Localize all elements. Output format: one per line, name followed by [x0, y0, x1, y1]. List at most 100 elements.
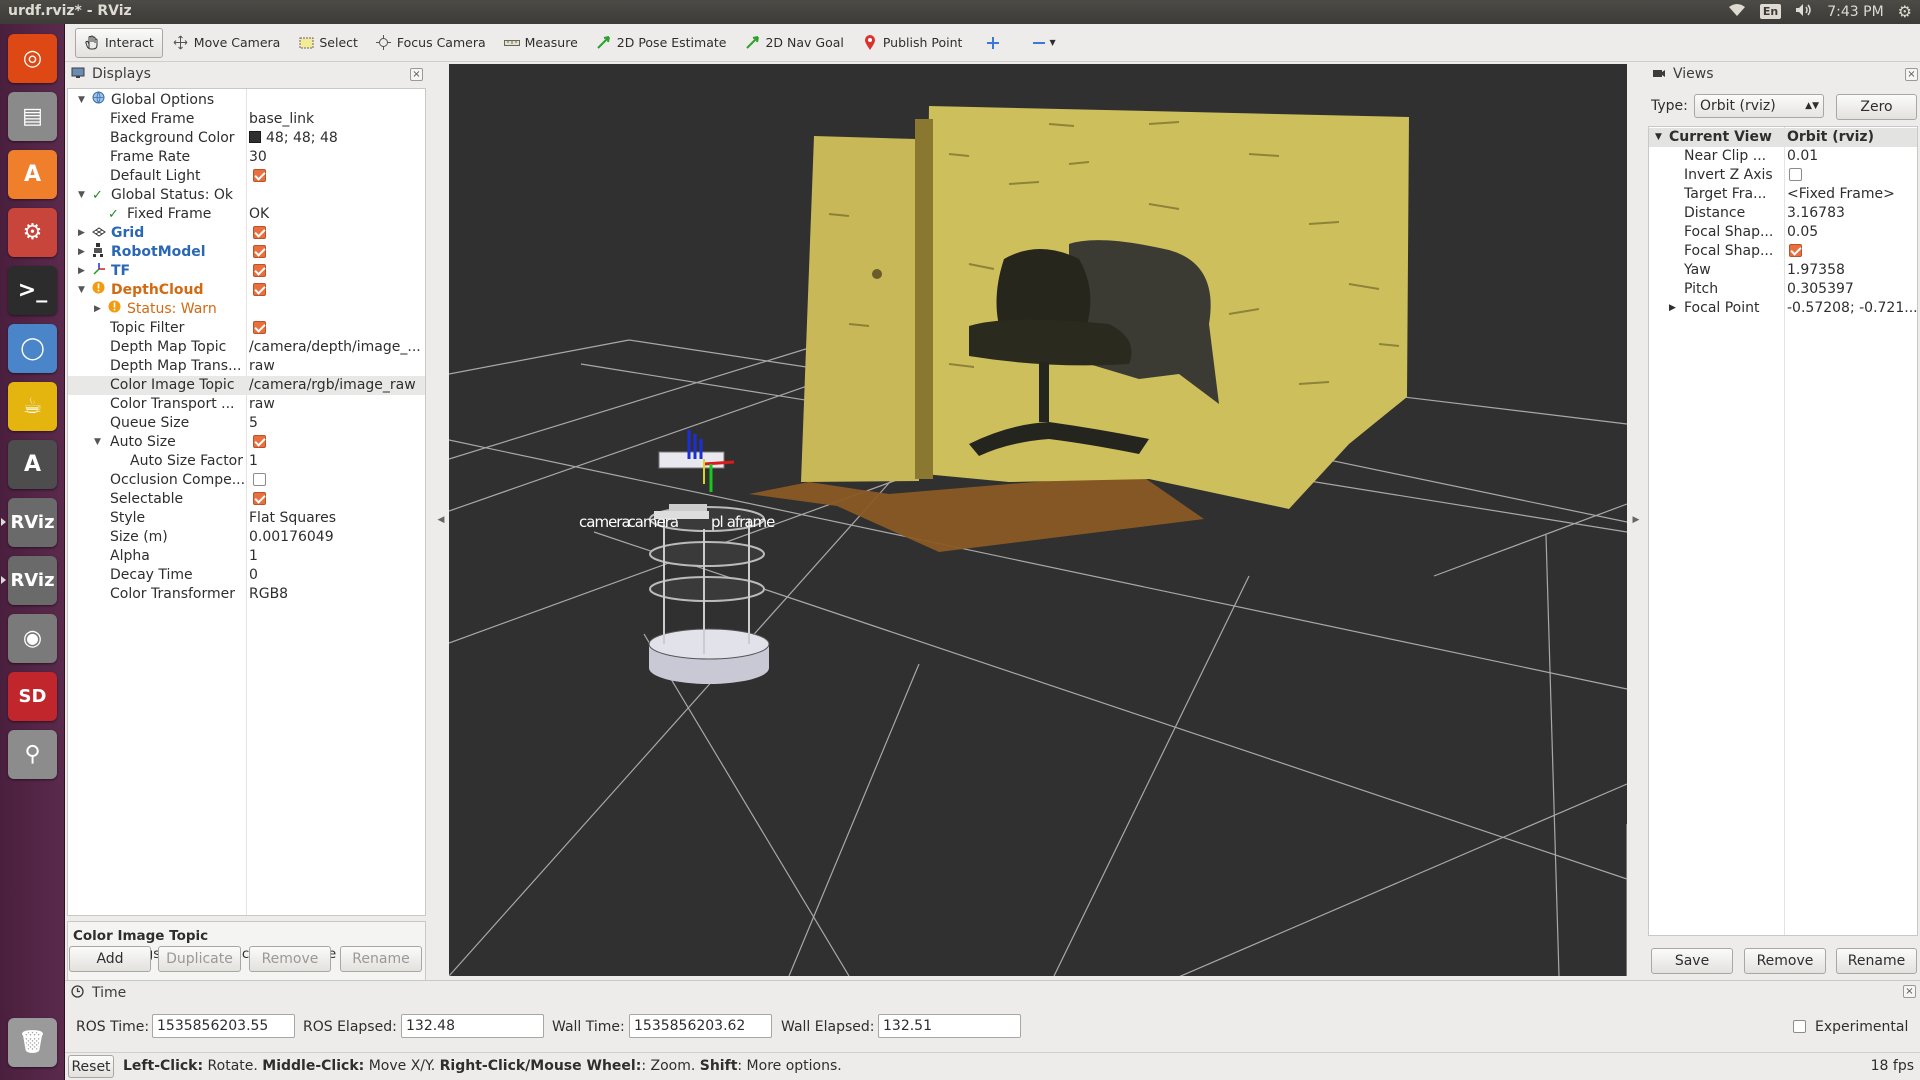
- property-value[interactable]: [249, 281, 425, 300]
- property-checkbox[interactable]: [253, 168, 266, 182]
- save-view-button[interactable]: Save: [1651, 948, 1733, 974]
- property-value[interactable]: 0: [249, 566, 425, 585]
- property-checkbox[interactable]: [253, 225, 266, 239]
- property-value[interactable]: <Fixed Frame>: [1787, 185, 1917, 204]
- current-view-row[interactable]: ▼ Current View Orbit (rviz): [1649, 128, 1917, 147]
- tool-publish-point[interactable]: Publish Point: [854, 28, 971, 58]
- rviz-icon-2[interactable]: RViz: [8, 556, 57, 605]
- tool-2d-pose-estimate[interactable]: 2D Pose Estimate: [588, 28, 735, 58]
- property-value[interactable]: 48; 48; 48: [249, 129, 425, 148]
- wifi-icon[interactable]: [1728, 3, 1746, 21]
- property-value[interactable]: [249, 167, 425, 186]
- view-row-invert-z-axis[interactable]: Invert Z Axis: [1649, 166, 1917, 185]
- render-3d-view[interactable]: camera camera pl aframe: [449, 64, 1627, 976]
- property-value[interactable]: /camera/depth/image_...: [249, 338, 425, 357]
- displays-tree[interactable]: ▼ Global Options Fixed Frame base_link Backg…: [67, 88, 426, 916]
- tool-move-camera[interactable]: Move Camera: [165, 28, 289, 58]
- expand-arrow-right-icon[interactable]: ▶: [94, 300, 101, 319]
- expand-arrow-down-icon[interactable]: ▼: [78, 186, 85, 205]
- time-close-button[interactable]: ×: [1903, 985, 1916, 998]
- property-value[interactable]: [1787, 166, 1917, 185]
- left-splitter-handle[interactable]: ◀: [433, 64, 449, 976]
- expand-arrow-right-icon[interactable]: ▶: [78, 243, 85, 262]
- display-row-background-color[interactable]: Background Color 48; 48; 48: [68, 129, 425, 148]
- expand-arrow-right-icon[interactable]: ▶: [78, 224, 85, 243]
- property-checkbox[interactable]: [253, 472, 266, 486]
- expand-arrow-down-icon[interactable]: ▼: [1655, 128, 1662, 147]
- property-checkbox[interactable]: [253, 244, 266, 258]
- property-value[interactable]: 1.97358: [1787, 261, 1917, 280]
- ubuntu-dash-icon[interactable]: ◎: [8, 34, 57, 83]
- remove-view-button[interactable]: Remove: [1744, 948, 1826, 974]
- display-row-fixed-frame[interactable]: Fixed Frame base_link: [68, 110, 425, 129]
- expand-arrow-down-icon[interactable]: ▼: [78, 281, 85, 300]
- settings-gear-icon[interactable]: ⚙: [1898, 2, 1912, 21]
- view-row-target-fra[interactable]: Target Fra... <Fixed Frame>: [1649, 185, 1917, 204]
- view-row-near-clip[interactable]: Near Clip ... 0.01: [1649, 147, 1917, 166]
- tool-measure[interactable]: Measure: [496, 28, 586, 58]
- tool-2d-nav-goal[interactable]: 2D Nav Goal: [736, 28, 851, 58]
- property-value[interactable]: -0.57208; -0.721...: [1787, 299, 1917, 318]
- property-value[interactable]: [1787, 242, 1917, 261]
- wall-elapsed-field[interactable]: 132.51: [878, 1014, 1021, 1038]
- property-value[interactable]: /camera/rgb/image_raw: [249, 376, 425, 395]
- rename-display-button[interactable]: Rename: [340, 946, 422, 972]
- property-value[interactable]: 3.16783: [1787, 204, 1917, 223]
- add-tool-icon[interactable]: [978, 28, 1008, 58]
- property-checkbox[interactable]: [253, 434, 266, 448]
- display-row-occlusion-compe[interactable]: Occlusion Compe...: [68, 471, 425, 490]
- property-value[interactable]: [249, 224, 425, 243]
- files-icon[interactable]: ▤: [8, 92, 57, 141]
- display-row-color-transport[interactable]: Color Transport ... raw: [68, 395, 425, 414]
- property-value[interactable]: [249, 262, 425, 281]
- expand-arrow-right-icon[interactable]: ▶: [1669, 299, 1676, 318]
- property-value[interactable]: 30: [249, 148, 425, 167]
- property-value[interactable]: 1: [249, 547, 425, 566]
- display-row-tf[interactable]: ▶ TF: [68, 262, 425, 281]
- display-row-robotmodel[interactable]: ▶ RobotModel: [68, 243, 425, 262]
- volume-icon[interactable]: [1795, 3, 1813, 21]
- experimental-checkbox[interactable]: [1793, 1020, 1806, 1033]
- property-value[interactable]: 1: [249, 452, 425, 471]
- remove-tool-icon[interactable]: ▼: [1024, 28, 1063, 58]
- property-value[interactable]: base_link: [249, 110, 425, 129]
- view-row-distance[interactable]: Distance 3.16783: [1649, 204, 1917, 223]
- display-row-color-transformer[interactable]: Color Transformer RGB8: [68, 585, 425, 604]
- tool-focus-camera[interactable]: Focus Camera: [368, 28, 494, 58]
- keyboard-layout-indicator[interactable]: En: [1759, 4, 1782, 19]
- right-splitter-handle[interactable]: ▶: [1628, 64, 1644, 976]
- zero-view-button[interactable]: Zero: [1836, 94, 1917, 120]
- display-row-grid[interactable]: ▶ Grid: [68, 224, 425, 243]
- ros-time-field[interactable]: 1535856203.55: [152, 1014, 295, 1038]
- display-row-depth-map-topic[interactable]: Depth Map Topic/camera/depth/image_...: [68, 338, 425, 357]
- add-display-button[interactable]: Add: [69, 946, 151, 972]
- view-row-focal-shap[interactable]: Focal Shap... 0.05: [1649, 223, 1917, 242]
- tool-interact[interactable]: Interact: [75, 27, 163, 58]
- rviz-icon[interactable]: RViz: [8, 498, 57, 547]
- display-row-default-light[interactable]: Default Light: [68, 167, 425, 186]
- display-row-depthcloud[interactable]: ▼ DepthCloud: [68, 281, 425, 300]
- property-value[interactable]: [249, 490, 425, 509]
- displays-close-button[interactable]: ×: [410, 68, 423, 81]
- display-row-size-m[interactable]: Size (m) 0.00176049: [68, 528, 425, 547]
- property-value[interactable]: [249, 433, 425, 452]
- display-row-queue-size[interactable]: Queue Size 5: [68, 414, 425, 433]
- display-row-depth-map-trans[interactable]: Depth Map Trans... raw: [68, 357, 425, 376]
- trash-icon[interactable]: 🗑: [8, 1018, 57, 1067]
- camera-icon[interactable]: ◉: [8, 614, 57, 663]
- clock[interactable]: 7:43 PM: [1827, 4, 1883, 20]
- display-row-global-status-ok[interactable]: ▼ ✓ Global Status: Ok: [68, 186, 425, 205]
- remove-display-button[interactable]: Remove: [249, 946, 331, 972]
- view-row-focal-point[interactable]: ▶ Focal Point -0.57208; -0.721...: [1649, 299, 1917, 318]
- property-value[interactable]: [249, 471, 425, 490]
- system-settings-icon[interactable]: ⚙: [8, 208, 57, 257]
- display-row-auto-size-factor[interactable]: Auto Size Factor 1: [68, 452, 425, 471]
- property-checkbox[interactable]: [253, 320, 266, 334]
- views-close-button[interactable]: ×: [1905, 68, 1918, 81]
- property-checkbox[interactable]: [253, 263, 266, 277]
- property-value[interactable]: Flat Squares: [249, 509, 425, 528]
- duplicate-display-button[interactable]: Duplicate: [158, 946, 241, 972]
- software-center-icon[interactable]: A: [8, 150, 57, 199]
- property-checkbox[interactable]: [1789, 167, 1802, 181]
- display-row-frame-rate[interactable]: Frame Rate 30: [68, 148, 425, 167]
